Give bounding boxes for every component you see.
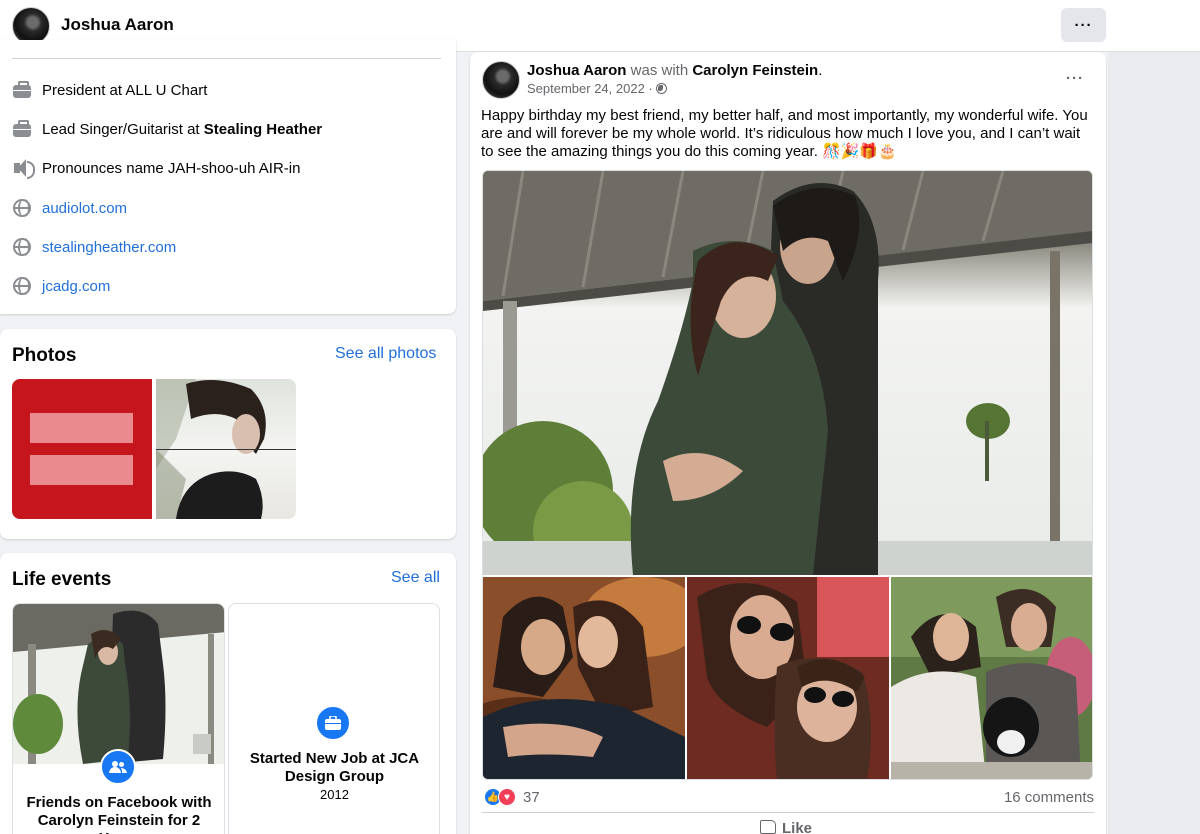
briefcase-icon	[12, 80, 32, 100]
portrait-photo	[156, 379, 296, 519]
equal-sign-bar	[30, 413, 133, 443]
globe-icon	[12, 237, 32, 257]
intro-item-pronunciation: Pronounces name JAH-shoo-uh AIR-in	[12, 156, 300, 180]
post-header: Joshua Aaron was with Carolyn Feinstein.	[527, 62, 822, 79]
post-more-options-button[interactable]: ···	[1066, 70, 1084, 87]
intro-item-work-2: Lead Singer/Guitarist at Stealing Heathe…	[12, 117, 322, 141]
intro-item-bold-link[interactable]: Stealing Heather	[204, 121, 322, 138]
life-event-title: Friends on Facebook with Carolyn Feinste…	[26, 794, 212, 834]
globe-icon	[12, 276, 32, 296]
post-photo-thumbnail[interactable]	[891, 577, 1092, 779]
life-events-title: Life events	[12, 569, 112, 590]
life-event-friends[interactable]: Friends on Facebook with Carolyn Feinste…	[12, 603, 225, 834]
photos-title: Photos	[12, 345, 77, 366]
globe-icon	[12, 198, 32, 218]
profile-name[interactable]: Joshua Aaron	[61, 15, 174, 35]
main-photo-illustration	[483, 171, 1092, 575]
photo-thumbnail-portrait[interactable]	[156, 379, 296, 519]
post-date[interactable]: September 24, 2022 ·	[527, 81, 656, 96]
briefcase-icon	[315, 705, 351, 741]
life-event-new-job[interactable]: Started New Job at JCA Design Group 2012	[228, 603, 440, 834]
comments-count[interactable]: 16 comments	[1004, 789, 1094, 806]
speaker-icon[interactable]	[12, 158, 35, 179]
post-photo-thumbnail[interactable]	[483, 577, 703, 779]
photo-thumbnail-equal-sign[interactable]	[12, 379, 152, 519]
post-photo-gallery	[482, 170, 1093, 780]
thumbnail-photo-1	[483, 577, 703, 779]
post-author-avatar[interactable]	[482, 61, 520, 99]
friends-icon	[100, 749, 136, 785]
post-meta: September 24, 2022 ·	[527, 81, 668, 96]
post-tagged-name[interactable]: Carolyn Feinstein	[692, 62, 818, 79]
post-with-text: was with	[630, 62, 689, 79]
thumbnail-photo-3	[891, 577, 1092, 779]
intro-item-website-1: audiolot.com	[12, 196, 127, 220]
intro-item-text: President at ALL U Chart	[42, 81, 208, 99]
globe-icon	[656, 83, 668, 94]
like-button[interactable]: Like	[760, 820, 812, 834]
divider	[12, 58, 441, 59]
life-event-year: 2012	[320, 787, 349, 802]
reactions-count[interactable]: 37	[523, 789, 540, 806]
intro-item-text: Pronounces name JAH-shoo-uh AIR-in	[42, 159, 301, 177]
post-author-name[interactable]: Joshua Aaron	[527, 62, 626, 79]
briefcase-glyph	[325, 716, 341, 730]
intro-item-work-1: President at ALL U Chart	[12, 78, 207, 102]
intro-item-website-3: jcadg.com	[12, 274, 110, 298]
equal-sign-bar	[30, 455, 133, 485]
post-stats-bar: 👍 ♥ 37 16 comments	[482, 788, 1094, 808]
see-all-photos-link[interactable]: See all photos	[335, 345, 436, 363]
website-link[interactable]: audiolot.com	[42, 200, 127, 217]
post-main-photo[interactable]	[483, 171, 1092, 575]
intro-item-website-2: stealingheather.com	[12, 235, 176, 259]
life-event-title: Started New Job at JCA Design Group	[249, 750, 420, 785]
thumbs-up-icon	[760, 820, 776, 834]
thumbnail-photo-2	[687, 577, 889, 779]
friends-glyph	[109, 761, 127, 773]
life-event-photo	[13, 604, 224, 764]
post-period: .	[818, 62, 823, 79]
like-label: Like	[782, 820, 813, 834]
briefcase-icon	[12, 119, 32, 139]
website-link[interactable]: jcadg.com	[42, 278, 110, 295]
see-all-life-events-link[interactable]: See all	[391, 569, 440, 587]
intro-item-text: Lead Singer/Guitarist at	[42, 120, 204, 138]
more-options-button[interactable]: ···	[1061, 8, 1106, 42]
post-text: Happy birthday my best friend, my better…	[481, 107, 1088, 160]
divider	[482, 812, 1094, 813]
website-link[interactable]: stealingheather.com	[42, 239, 176, 256]
post-photo-thumbnail[interactable]	[687, 577, 889, 779]
right-gutter	[1108, 52, 1200, 834]
love-reaction-icon[interactable]: ♥	[498, 788, 516, 806]
